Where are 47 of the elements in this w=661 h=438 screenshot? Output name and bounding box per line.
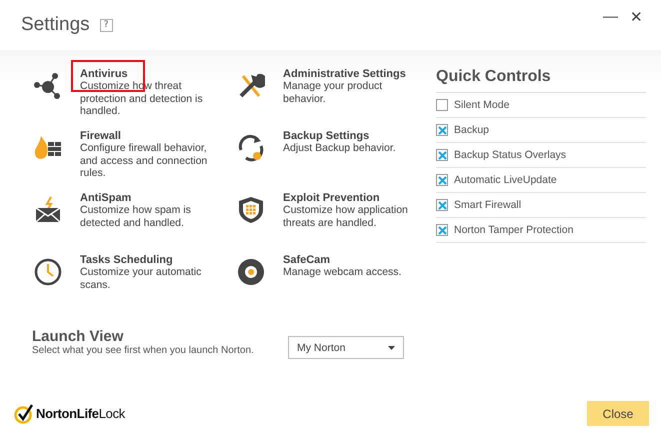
minimize-button[interactable]: — [597, 8, 624, 25]
checkbox-label: Automatic LiveUpdate [454, 174, 557, 186]
category-description: Manage your product behavior. [283, 80, 384, 105]
network-node-icon [33, 72, 63, 100]
category-description: Customize how spam is detected and handled. [80, 204, 192, 229]
checkbox-label: Norton Tamper Protection [454, 224, 574, 236]
close-button[interactable]: Close [587, 401, 649, 426]
section-title: Quick Controls [436, 68, 646, 93]
category-link[interactable]: AntiSpam [80, 192, 210, 204]
logo-text: NortonLifeLock [36, 406, 125, 421]
category-link[interactable]: Exploit Prevention [283, 192, 413, 204]
checkbox[interactable] [436, 199, 448, 211]
checkbox[interactable] [436, 224, 448, 236]
sync-gear-icon [236, 134, 266, 162]
window-title: Settings [21, 14, 90, 36]
checkbox-label: Backup [454, 124, 490, 136]
launch-view-dropdown[interactable]: My Norton [288, 336, 404, 359]
section-title: Launch View [32, 328, 124, 345]
category-link[interactable]: Firewall [80, 130, 210, 142]
checkbox[interactable] [436, 149, 448, 161]
checkmark-logo-icon [14, 404, 34, 424]
clock-icon [34, 258, 62, 286]
close-button[interactable]: ✕ [624, 8, 649, 26]
category-description: Manage webcam access. [283, 266, 402, 278]
shield-grid-icon [238, 196, 264, 224]
checkbox[interactable] [436, 124, 448, 136]
envelope-lightning-icon [34, 196, 62, 224]
checkbox[interactable] [436, 99, 448, 111]
category-link[interactable]: Administrative Settings [283, 68, 413, 80]
category-link[interactable]: Antivirus [80, 68, 210, 80]
section-description: Select what you see first when you launch Norton. [32, 345, 255, 356]
checkbox[interactable] [436, 174, 448, 186]
caret-icon [388, 346, 395, 350]
webcam-icon [237, 258, 265, 286]
category-link[interactable]: SafeCam [283, 254, 413, 266]
category-link[interactable]: Backup Settings [283, 130, 413, 142]
category-description: Customize your automatic scans. [80, 266, 202, 291]
checkbox-label: Backup Status Overlays [454, 149, 566, 161]
category-link[interactable]: Tasks Scheduling [80, 254, 210, 266]
category-description: Customize how application threats are handled. [283, 204, 409, 229]
fire-wall-icon [33, 134, 63, 162]
wrench-screwdriver-icon [237, 72, 265, 100]
help-button[interactable]: ? [100, 18, 113, 32]
category-description: Adjust Backup behavior. [283, 142, 397, 154]
checkbox-label: Smart Firewall [454, 199, 522, 211]
checkbox-label: Silent Mode [454, 99, 510, 111]
category-description: Configure firewall behavior, and access and connection rules. [80, 142, 208, 180]
